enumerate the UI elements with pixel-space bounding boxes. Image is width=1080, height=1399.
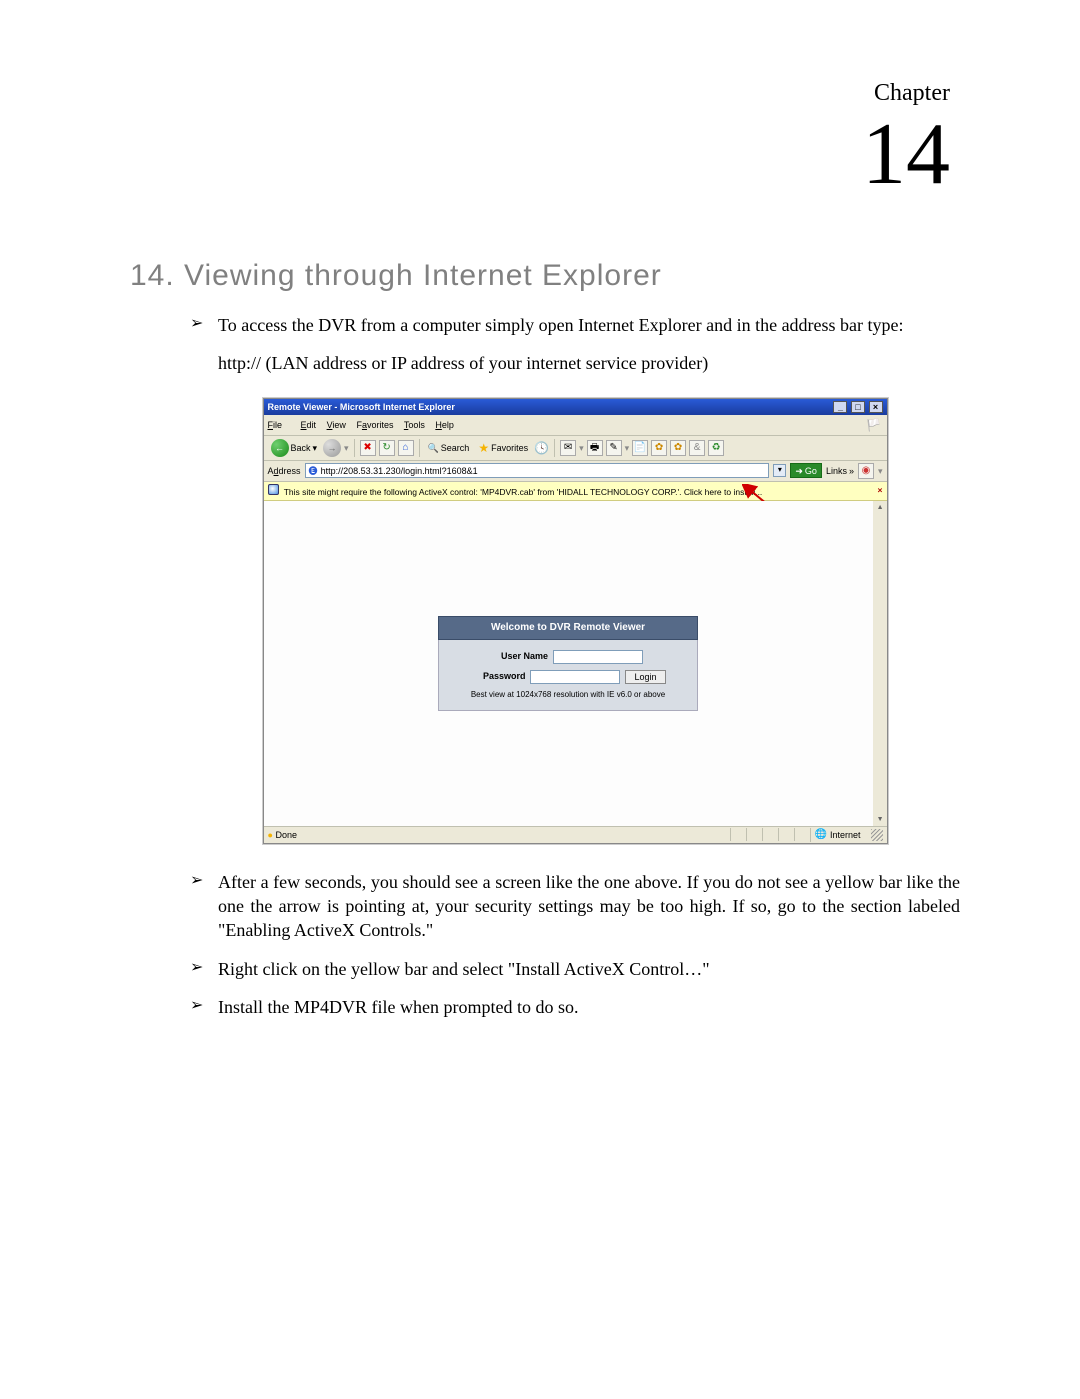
bullet-item: ➢ To access the DVR from a computer simp… xyxy=(190,313,960,337)
bullet-item: ➢ Install the MP4DVR file when prompted … xyxy=(190,995,960,1019)
page-icon: 🅔 xyxy=(309,465,318,477)
edit-button[interactable]: ✎ xyxy=(606,440,622,456)
address-value: http://208.53.31.230/login.html?1608&1 xyxy=(321,465,478,477)
username-input[interactable] xyxy=(553,650,643,664)
login-note: Best view at 1024x768 resolution with IE… xyxy=(449,690,687,701)
address-input[interactable]: 🅔 http://208.53.31.230/login.html?1608&1 xyxy=(305,463,770,478)
history-button[interactable]: 🕓 xyxy=(534,440,549,456)
zone-label: Internet xyxy=(830,829,861,841)
toolbar-extra-3[interactable]: ✿ xyxy=(670,440,686,456)
shield-icon xyxy=(268,484,279,495)
section-title: 14. Viewing through Internet Explorer xyxy=(130,259,960,293)
favorites-button[interactable]: ★ Favorites xyxy=(475,439,531,457)
go-button[interactable]: ➜ Go xyxy=(790,463,822,478)
ie-menubar: File Edit View Favorites Tools Help 🏳️ xyxy=(264,415,887,436)
mail-button[interactable]: ✉ xyxy=(560,440,576,456)
chevron-right-icon: » xyxy=(849,465,854,477)
toolbar-extra-4[interactable]: & xyxy=(689,440,705,456)
menu-edit[interactable]: Edit xyxy=(301,420,317,430)
username-label: User Name xyxy=(493,650,548,662)
forward-button[interactable]: → xyxy=(323,439,341,457)
bullet-text: To access the DVR from a computer simply… xyxy=(218,313,960,337)
star-icon: ★ xyxy=(478,440,489,456)
infobar-text: This site might require the following Ac… xyxy=(284,487,763,497)
maximize-icon[interactable]: □ xyxy=(851,401,865,413)
stop-button[interactable]: ✖ xyxy=(360,440,376,456)
password-input[interactable] xyxy=(530,670,620,684)
ie-titlebar: Remote Viewer - Microsoft Internet Explo… xyxy=(264,399,887,415)
go-label: Go xyxy=(805,465,817,477)
login-button[interactable]: Login xyxy=(625,670,665,684)
back-label: Back xyxy=(291,442,311,454)
window-title: Remote Viewer - Microsoft Internet Explo… xyxy=(268,401,455,413)
ie-content-area: Welcome to DVR Remote Viewer User Name P… xyxy=(264,501,887,826)
ie-statusbar: ● Done 🌐 Internet xyxy=(264,826,887,843)
ie-address-bar: Address 🅔 http://208.53.31.230/login.htm… xyxy=(264,461,887,482)
search-icon: 🔍 xyxy=(428,442,439,454)
chapter-number: 14 xyxy=(130,111,950,199)
menu-file[interactable]: File xyxy=(268,420,291,430)
bullet-glyph-icon: ➢ xyxy=(190,870,218,943)
toolbar-extra-2[interactable]: ✿ xyxy=(651,440,667,456)
toolbar-extra-1[interactable]: 📄 xyxy=(632,440,648,456)
ie-logo-icon: 🏳️ xyxy=(865,417,883,433)
close-icon[interactable]: × xyxy=(869,401,883,413)
bullet-text: Right click on the yellow bar and select… xyxy=(218,957,960,981)
links-label: Links xyxy=(826,465,847,477)
search-label: Search xyxy=(441,442,470,454)
back-icon: ← xyxy=(271,439,289,457)
chevron-down-icon: ▾ xyxy=(313,442,318,454)
chevron-down-icon: ▾ xyxy=(625,442,630,454)
bullet-text: Install the MP4DVR file when prompted to… xyxy=(218,995,960,1019)
go-arrow-icon: ➜ xyxy=(795,465,803,477)
login-panel: Welcome to DVR Remote Viewer User Name P… xyxy=(438,616,698,711)
globe-icon: 🌐 xyxy=(815,828,827,842)
ie-toolbar: ← Back ▾ → ▾ ✖ ↻ ⌂ 🔍 Search ★ Favorites xyxy=(264,436,887,461)
login-heading: Welcome to DVR Remote Viewer xyxy=(438,616,698,640)
resize-grip-icon xyxy=(871,829,883,841)
links-menu[interactable]: Links » xyxy=(826,465,854,477)
window-buttons: _ □ × xyxy=(832,401,882,413)
activex-infobar[interactable]: This site might require the following Ac… xyxy=(264,482,887,501)
security-zone[interactable]: 🌐 Internet xyxy=(810,828,867,842)
chapter-label: Chapter xyxy=(130,80,950,107)
chevron-down-icon: ▾ xyxy=(344,442,349,454)
snagit-icon[interactable]: ◉ xyxy=(858,463,874,479)
address-label: Address xyxy=(268,465,301,477)
bullet-item: ➢ After a few seconds, you should see a … xyxy=(190,870,960,943)
refresh-button[interactable]: ↻ xyxy=(379,440,395,456)
infobar-close-icon[interactable]: × xyxy=(878,485,883,496)
menu-favorites[interactable]: Favorites xyxy=(356,420,393,430)
favorites-label: Favorites xyxy=(491,442,528,454)
bullet-item: ➢ Right click on the yellow bar and sele… xyxy=(190,957,960,981)
bullet-text: After a few seconds, you should see a sc… xyxy=(218,870,960,943)
search-button[interactable]: 🔍 Search xyxy=(425,441,473,455)
home-button[interactable]: ⌂ xyxy=(398,440,414,456)
back-button[interactable]: ← Back ▾ xyxy=(268,438,321,458)
chevron-down-icon: ▾ xyxy=(878,465,883,477)
print-button[interactable]: 🖶 xyxy=(587,440,603,456)
chapter-block: Chapter 14 xyxy=(130,80,960,199)
address-dropdown-icon[interactable]: ▾ xyxy=(773,464,786,477)
minimize-icon[interactable]: _ xyxy=(833,401,847,413)
status-done: Done xyxy=(275,830,297,840)
password-label: Password xyxy=(470,670,525,682)
url-instruction: http:// (LAN address or IP address of yo… xyxy=(218,351,960,375)
menu-help[interactable]: Help xyxy=(435,420,454,430)
bullet-glyph-icon: ➢ xyxy=(190,957,218,981)
done-icon: ● xyxy=(268,830,273,840)
menu-tools[interactable]: Tools xyxy=(404,420,425,430)
toolbar-extra-5[interactable]: ♻ xyxy=(708,440,724,456)
bullet-glyph-icon: ➢ xyxy=(190,313,218,337)
bullet-glyph-icon: ➢ xyxy=(190,995,218,1019)
menu-view[interactable]: View xyxy=(327,420,346,430)
chevron-down-icon: ▾ xyxy=(579,442,584,454)
ie-screenshot: Remote Viewer - Microsoft Internet Explo… xyxy=(263,398,888,844)
